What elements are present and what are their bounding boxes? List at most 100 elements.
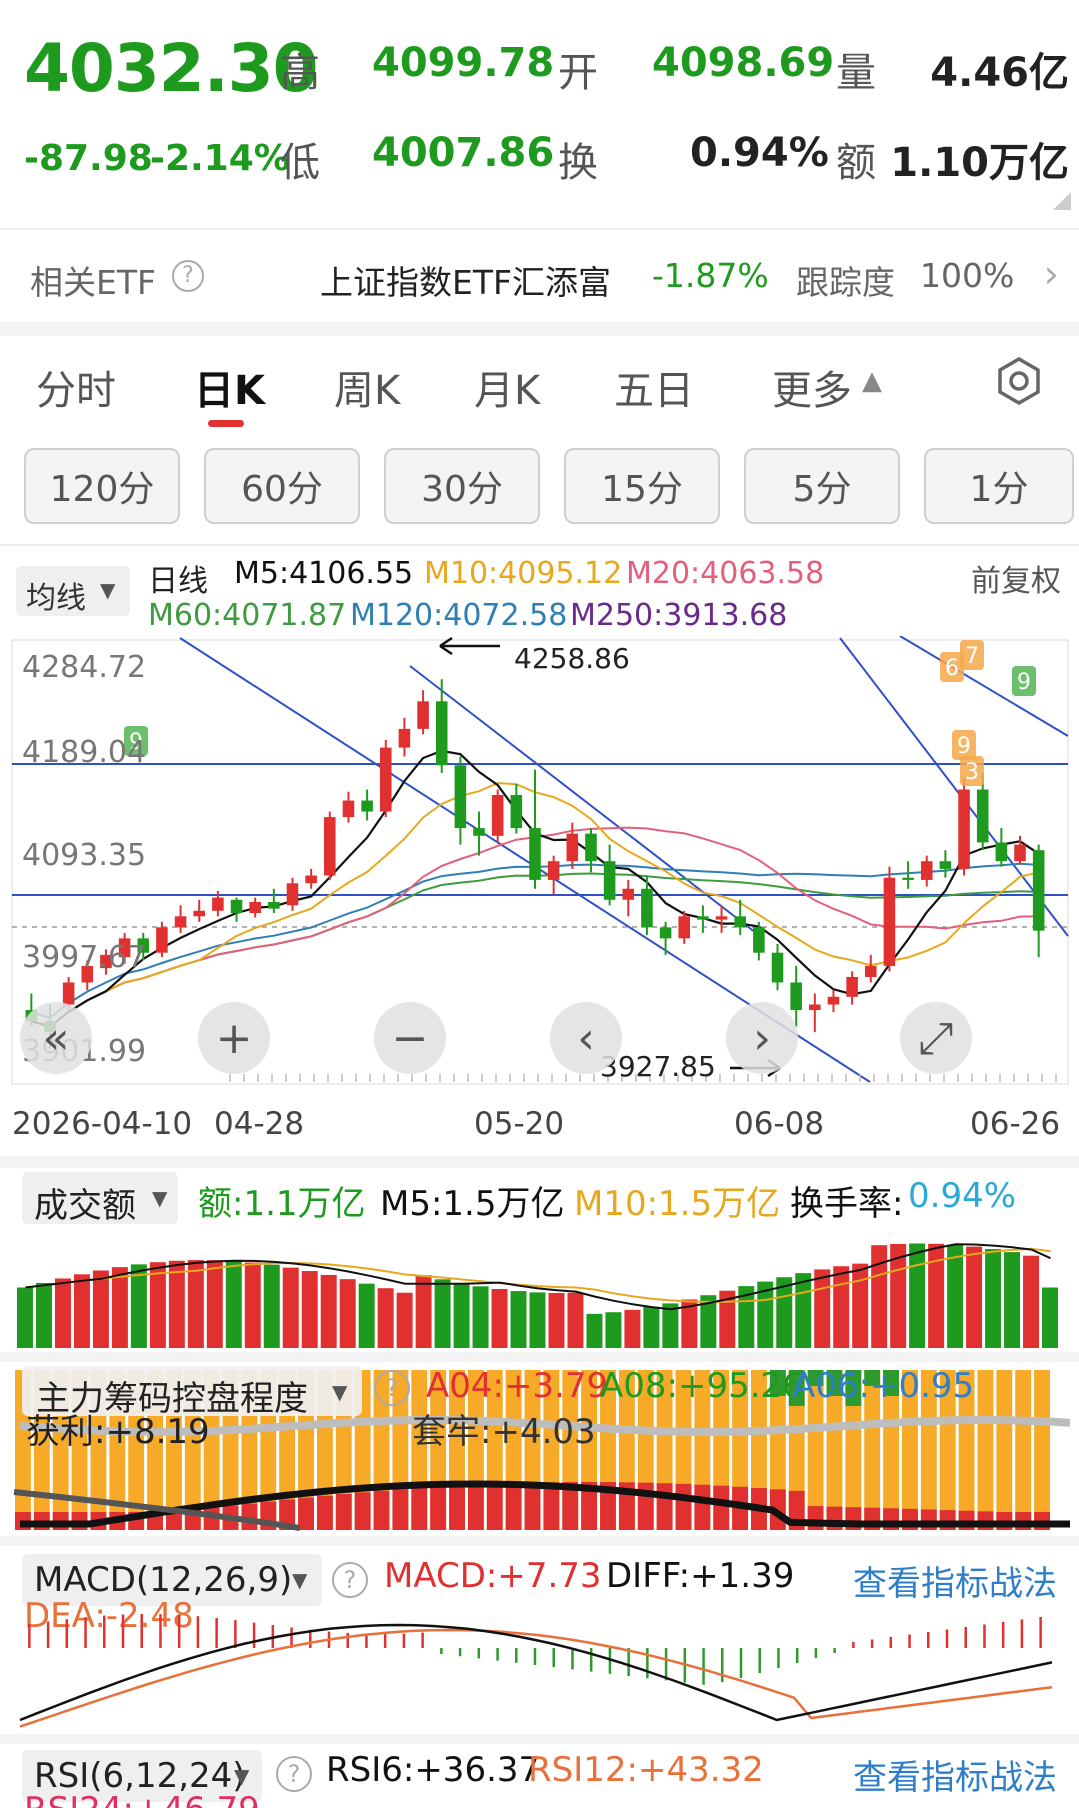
chip-red-bar [373,1490,390,1530]
help-icon[interactable]: ? [374,1370,410,1406]
chip-bar [977,1370,994,1530]
tab-timeshare[interactable]: 分时 [36,358,116,416]
section-gap [0,1352,1079,1362]
ma-selector-label: 均线 [26,581,86,616]
candle-body [920,861,933,880]
caret-up-icon[interactable]: ▲ [862,366,882,396]
volume-turnover-value: 0.94% [908,1176,1017,1216]
volume-bar [263,1264,280,1348]
macd-strategy-link[interactable]: 查看指标战法 [853,1556,1057,1605]
candle-body [473,828,485,836]
candle-body [883,877,896,966]
candle-body [585,833,597,862]
tab-weekly-k[interactable]: 周K [334,358,400,416]
help-icon[interactable]: ? [276,1756,312,1792]
expand-corner-icon[interactable] [1053,192,1071,210]
ma-selector[interactable]: 均线 ▼ [16,566,130,616]
candle-body [193,910,206,917]
volume-selector[interactable]: 成交额 ▼ [22,1172,178,1226]
volume-bar [149,1262,166,1348]
candle-body [361,800,373,812]
caret-down-icon: ▼ [292,1568,308,1592]
scroll-left-icon[interactable]: ‹ [550,1002,622,1074]
volume-value: 4.46亿 [930,50,1069,96]
volume-bar [624,1309,641,1348]
volume-bar [814,1269,831,1348]
macd-dea-line [19,1628,1053,1728]
candle-body [454,765,467,829]
candle-body [268,901,280,909]
tab-more[interactable]: 更多 [772,358,852,416]
candle-body [566,833,579,862]
chip-bar [1034,1370,1050,1530]
ma10-value: M10:4095.12 [424,556,623,591]
fullscreen-icon[interactable]: ⤢ [900,1002,972,1074]
ma120-value: M120:4072.58 [350,598,568,633]
candle-body [174,916,187,928]
section-gap [0,1734,1079,1744]
candle-body [622,888,635,900]
candle-body [902,877,914,880]
high-value: 4099.78 [372,40,555,86]
minute-15-button[interactable]: 15分 [564,448,720,524]
zoom-in-icon[interactable]: + [198,1002,270,1074]
volume-bar [529,1292,546,1348]
volume-bar [320,1274,337,1348]
volume-m5: M5:1.5万亿 [380,1184,565,1224]
etf-name[interactable]: 上证指数ETF汇添富 [320,256,611,304]
minute-120-button[interactable]: 120分 [24,448,180,524]
current-price: 4032.30 [24,30,319,107]
etf-label: 相关ETF [30,263,156,302]
candle-body [547,861,560,880]
candle-body [734,916,746,928]
date-label-2: 04-28 [214,1106,305,1142]
chevron-right-icon[interactable]: › [1044,252,1059,296]
candle-body [212,897,224,911]
candle-body [995,842,1008,862]
ma250-value: M250:3913.68 [570,598,788,633]
candle-body [1032,850,1045,931]
help-icon[interactable]: ? [332,1562,368,1598]
scroll-right-icon[interactable]: › [726,1002,798,1074]
minute-30-button[interactable]: 30分 [384,448,540,524]
price-change: -87.98 [24,138,153,179]
minute-5-button[interactable]: 5分 [744,448,900,524]
price-label-3: 4093.35 [22,838,147,873]
settings-hexagon-icon[interactable] [994,356,1044,406]
volume-bar [301,1271,318,1348]
candle-body [603,861,616,900]
volume-bar [909,1243,926,1348]
macd-chart[interactable] [0,1600,1079,1740]
volume-bar [282,1267,299,1348]
candle-body [939,861,952,869]
chip-bar [996,1370,1013,1530]
price-label-4: 3997.67 [22,940,147,975]
td-badge-label: 3 [965,760,979,785]
minute-1-button[interactable]: 1分 [924,448,1074,524]
scroll-left-fast-icon[interactable]: « [20,1002,92,1074]
chip-red-bar [354,1492,371,1530]
volume-chart[interactable] [0,1226,1079,1350]
tab-monthly-k[interactable]: 月K [474,358,540,416]
zoom-out-icon[interactable]: − [374,1002,446,1074]
related-etf-row[interactable]: 相关ETF ? 上证指数ETF汇添富 -1.87% 跟踪度 100% › [0,230,1079,322]
candle-body [827,996,840,1005]
candle-body [435,701,448,766]
price-change-pct: -2.14% [150,138,290,179]
chip-bar [1015,1370,1032,1530]
candle-body [809,1004,821,1011]
adjust-label[interactable]: 前复权 [971,556,1061,600]
help-icon[interactable]: ? [172,260,204,292]
tab-daily-k[interactable]: 日K [194,358,265,416]
chip-red-bar [467,1484,484,1530]
volume-bar [966,1246,983,1348]
rsi-strategy-link[interactable]: 查看指标战法 [853,1750,1057,1799]
chip-red-bar [713,1485,730,1530]
tab-five-day[interactable]: 五日 [614,358,694,416]
minute-60-button[interactable]: 60分 [204,448,360,524]
open-value: 4098.69 [652,40,835,86]
caret-down-icon: ▼ [152,1186,168,1210]
active-tab-indicator [208,420,244,427]
chip-red-bar [430,1486,447,1530]
volume-bar [358,1283,375,1348]
